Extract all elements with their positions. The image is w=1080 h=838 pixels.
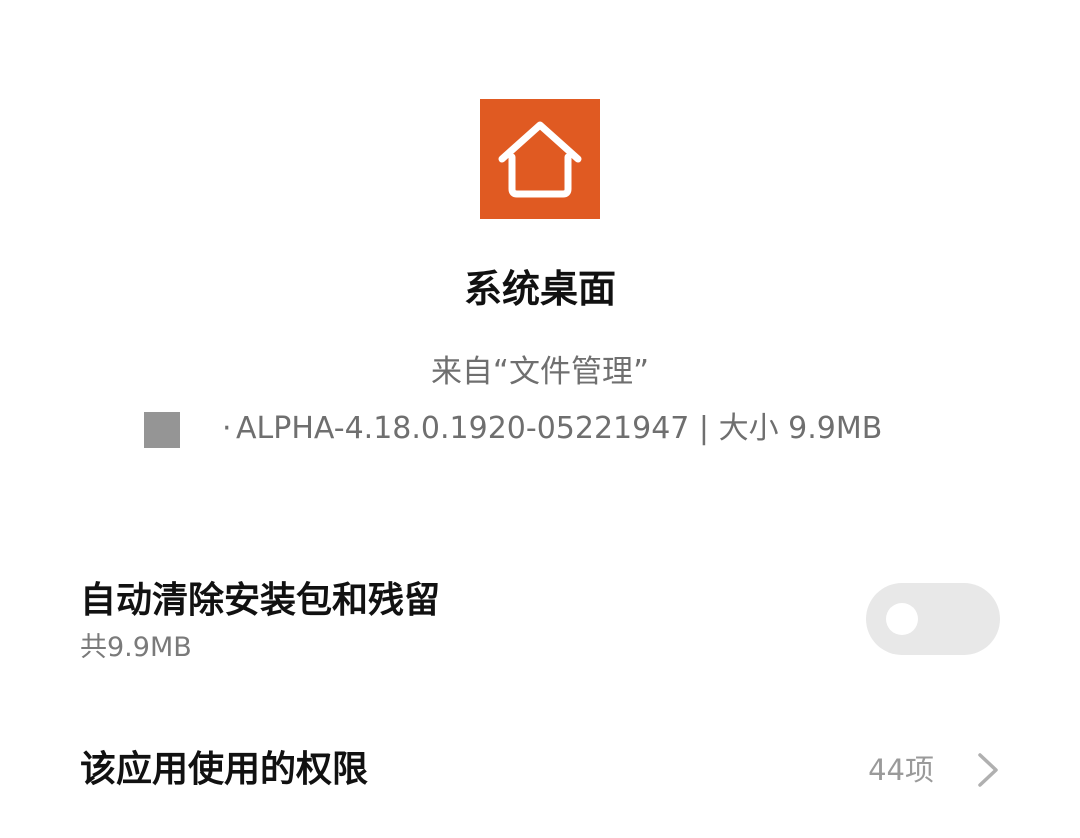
chevron-right-icon [978, 753, 998, 787]
app-icon [480, 99, 600, 219]
auto-clean-subtitle: 共9.9MB [80, 632, 192, 663]
version-size-text: ALPHA-4.18.0.1920-05221947 | 大小 9.9MB [236, 411, 883, 446]
separator-dot: · [222, 411, 232, 446]
auto-clean-toggle[interactable] [866, 583, 1000, 655]
permissions-count: 44项 [868, 753, 934, 787]
permissions-title: 该应用使用的权限 [80, 749, 369, 790]
app-badge-placeholder [144, 412, 180, 448]
auto-clean-title: 自动清除安装包和残留 [80, 580, 441, 621]
app-name: 系统桌面 [463, 267, 616, 311]
version-size-info: · ALPHA-4.18.0.1920-05221947 | 大小 9.9MB [222, 406, 882, 452]
permissions-row[interactable]: 该应用使用的权限 44项 [0, 730, 1080, 810]
app-source: 来自“文件管理” [430, 354, 650, 390]
toggle-knob [886, 603, 918, 635]
home-icon [480, 99, 600, 219]
